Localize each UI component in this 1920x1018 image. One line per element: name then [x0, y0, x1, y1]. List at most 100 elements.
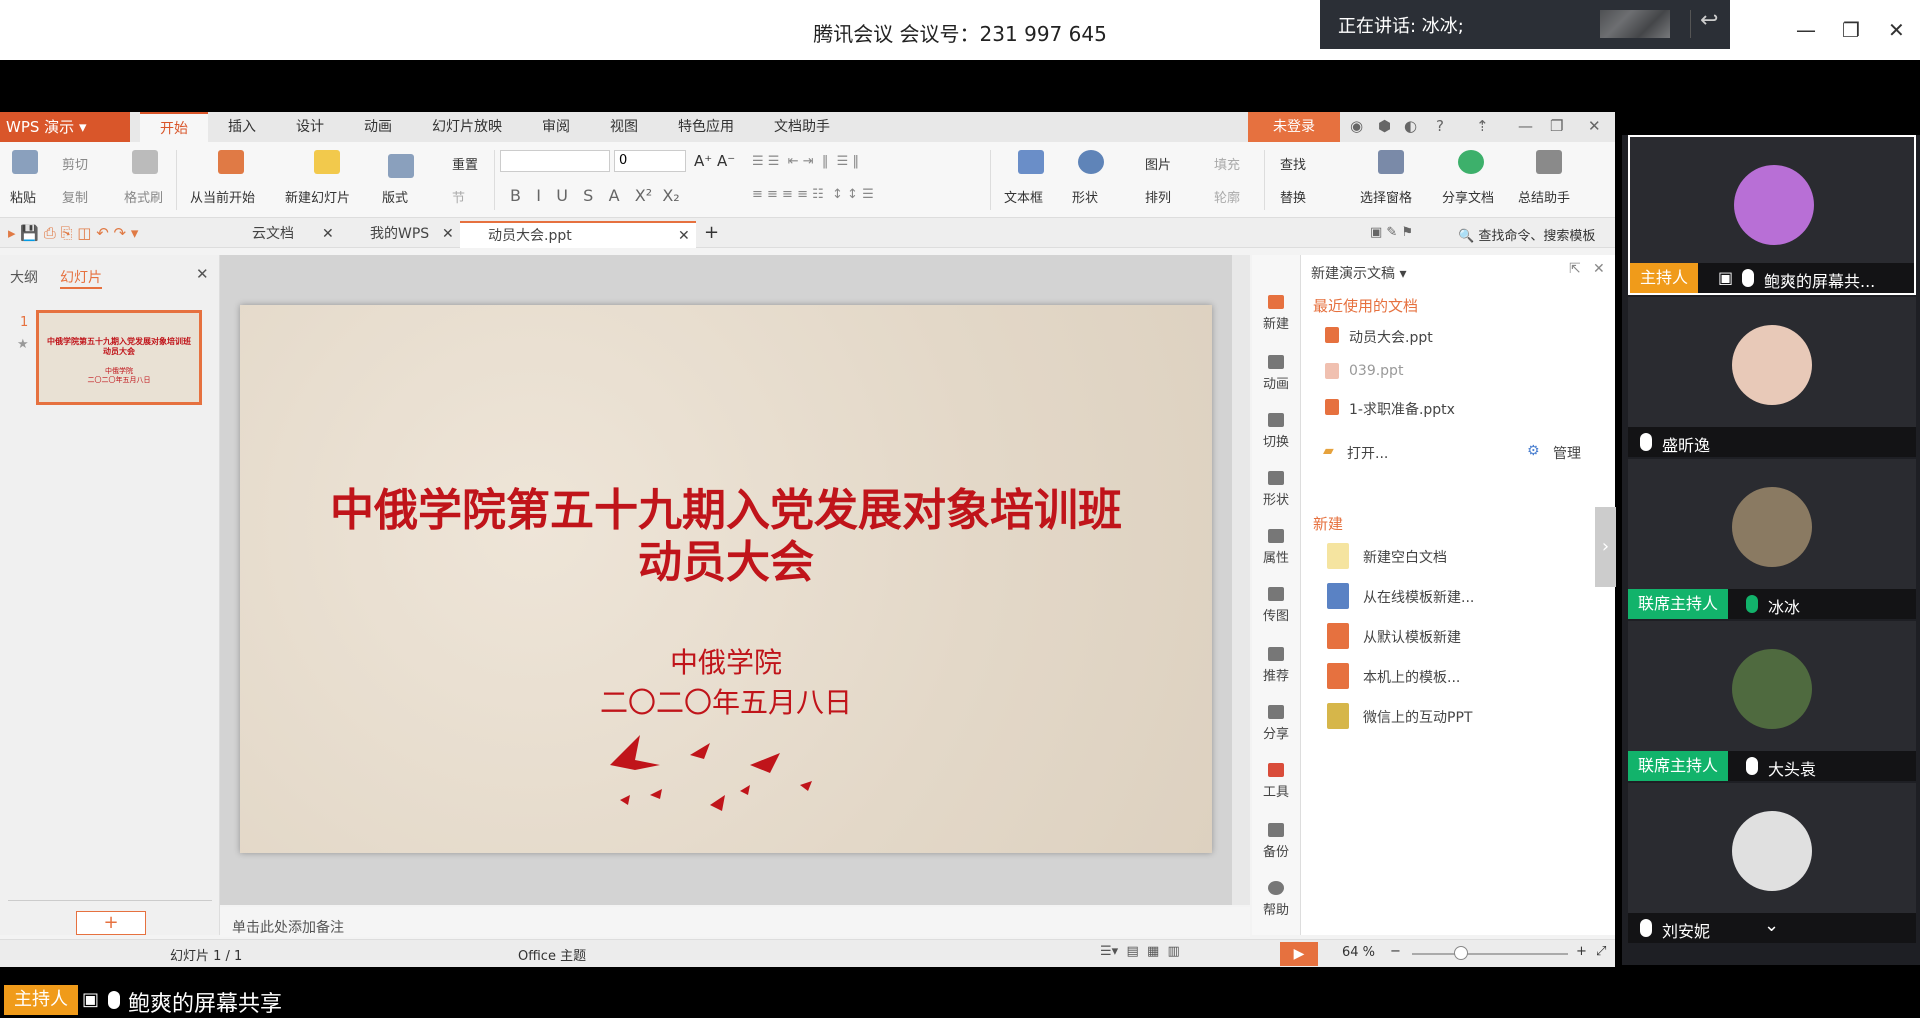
reset-button[interactable]: 重置: [452, 154, 478, 173]
section-button[interactable]: 节: [452, 187, 465, 206]
tab-review[interactable]: 审阅: [522, 112, 590, 142]
textbox-button[interactable]: 文本框: [1004, 187, 1043, 206]
font-style-buttons[interactable]: B I U S A X² X₂: [510, 186, 680, 205]
tab-active-document[interactable]: 动员大会.ppt ✕: [460, 221, 696, 248]
side-new[interactable]: 新建: [1252, 295, 1300, 332]
font-name-combo[interactable]: [500, 150, 610, 172]
participant-card[interactable]: 盛昕逸: [1628, 297, 1916, 457]
quick-access-icons[interactable]: ▸ 💾 ⎙ ⎘ ◫ ↶ ↷ ▾: [8, 224, 138, 242]
new-blank-button[interactable]: 新建空白文档: [1363, 547, 1447, 567]
tab-home[interactable]: 开始: [140, 112, 208, 142]
settings-icon[interactable]: ⬢: [1378, 117, 1391, 135]
feedback-icon[interactable]: ◐: [1404, 117, 1417, 135]
from-current-button[interactable]: 从当前开始: [190, 187, 255, 206]
tab-my-wps[interactable]: 我的WPS ✕: [344, 221, 456, 248]
find-button[interactable]: 查找: [1280, 154, 1306, 173]
fit-window-icon[interactable]: ⤢: [1596, 944, 1606, 959]
search-command-field[interactable]: 🔍 查找命令、搜索模板: [1458, 225, 1595, 244]
side-transition[interactable]: 切换: [1252, 413, 1300, 450]
task-pane-title[interactable]: 新建演示文稿 ▾: [1311, 263, 1406, 283]
restore-icon[interactable]: ❐: [1842, 18, 1860, 42]
participant-card[interactable]: 联席主持人 冰冰: [1628, 459, 1916, 619]
view-buttons[interactable]: ☰▾ ▤ ▦ ▥: [1100, 944, 1180, 959]
slide-thumbnail[interactable]: 中俄学院第五十九期入党发展对象培训班动员大会 中俄学院 二〇二〇年五月八日: [36, 310, 202, 405]
new-slide-button[interactable]: 新建幻灯片: [285, 187, 350, 206]
expand-pane-button[interactable]: ›: [1595, 507, 1616, 587]
help-icon[interactable]: ?: [1436, 117, 1444, 135]
selection-pane-button[interactable]: 选择窗格: [1360, 187, 1412, 206]
tab-insert[interactable]: 插入: [208, 112, 276, 142]
close-tab-icon[interactable]: ✕: [678, 223, 690, 250]
recent-file-2[interactable]: 039.ppt: [1349, 363, 1403, 379]
summary-button[interactable]: 总结助手: [1518, 187, 1570, 206]
close-icon[interactable]: ✕: [1593, 261, 1605, 277]
new-default-template-button[interactable]: 从默认模板新建: [1363, 627, 1461, 647]
format-painter-button[interactable]: 格式刷: [124, 187, 163, 206]
tab-outline[interactable]: 大纲: [10, 267, 38, 287]
recent-file-1[interactable]: 动员大会.ppt: [1349, 327, 1433, 347]
chevron-down-icon[interactable]: ⌄: [1764, 915, 1779, 936]
tab-animation[interactable]: 动画: [344, 112, 412, 142]
current-slide[interactable]: 中俄学院第五十九期入党发展对象培训班 动员大会 中俄学院 二〇二〇年五月八日: [240, 305, 1212, 853]
tab-view[interactable]: 视图: [590, 112, 658, 142]
skin-icon[interactable]: ◉: [1350, 117, 1363, 135]
slide-title[interactable]: 中俄学院第五十九期入党发展对象培训班 动员大会: [240, 485, 1212, 589]
notes-area[interactable]: 单击此处添加备注: [220, 907, 1250, 937]
tab-doc-assistant[interactable]: 文档助手: [754, 112, 850, 142]
new-online-template-button[interactable]: 从在线模板新建...: [1363, 587, 1474, 607]
picture-button[interactable]: 图片: [1145, 154, 1171, 173]
recent-file-3[interactable]: 1-求职准备.pptx: [1349, 399, 1455, 419]
list-buttons[interactable]: ☰ ☰ ⇤ ⇥ ‖ ☰ ‖: [752, 154, 859, 169]
fill-button[interactable]: 填充: [1214, 154, 1240, 173]
close-tab-icon[interactable]: ✕: [442, 221, 454, 248]
cut-button[interactable]: 剪切: [62, 154, 88, 173]
participant-card[interactable]: 主持人 ▣ 鲍爽的屏幕共...: [1628, 135, 1916, 295]
align-buttons[interactable]: ≡ ≡ ≡ ≡ ☷ ↕ ↕ ☰: [752, 187, 874, 202]
local-template-button[interactable]: 本机上的模板...: [1363, 667, 1460, 687]
new-tab-icon[interactable]: +: [704, 222, 719, 243]
participant-card[interactable]: 联席主持人 大头袁: [1628, 621, 1916, 781]
toolbar-extra-icons[interactable]: ▣ ✎ ⚑: [1370, 225, 1413, 240]
return-icon[interactable]: ↩: [1700, 8, 1718, 33]
close-panel-icon[interactable]: ✕: [196, 265, 209, 283]
add-slide-button[interactable]: +: [76, 911, 146, 935]
shape-button[interactable]: 形状: [1072, 187, 1098, 206]
tab-design[interactable]: 设计: [276, 112, 344, 142]
zoom-out-icon[interactable]: −: [1390, 944, 1401, 959]
layout-button[interactable]: 版式: [382, 187, 408, 206]
font-size-combo[interactable]: 0: [614, 150, 686, 172]
side-help[interactable]: 帮助: [1252, 881, 1300, 918]
side-upload-image[interactable]: 传图: [1252, 587, 1300, 624]
copy-button[interactable]: 复制: [62, 187, 88, 206]
zoom-in-icon[interactable]: +: [1576, 944, 1587, 959]
zoom-slider[interactable]: [1412, 953, 1568, 955]
tab-features[interactable]: 特色应用: [658, 112, 754, 142]
manage-button[interactable]: 管理: [1553, 443, 1581, 463]
close-icon[interactable]: ✕: [1588, 117, 1601, 135]
wechat-ppt-button[interactable]: 微信上的互动PPT: [1363, 707, 1472, 727]
arrange-button[interactable]: 排列: [1145, 187, 1171, 206]
share-doc-button[interactable]: 分享文档: [1442, 187, 1494, 206]
side-shape[interactable]: 形状: [1252, 471, 1300, 508]
participant-card[interactable]: 刘安妮 ⌄: [1628, 783, 1916, 943]
close-tab-icon[interactable]: ✕: [322, 221, 334, 248]
tab-slides[interactable]: 幻灯片: [60, 267, 102, 289]
side-backup[interactable]: 备份: [1252, 823, 1300, 860]
minimize-icon[interactable]: —: [1518, 117, 1533, 135]
tab-cloud-doc[interactable]: 云文档 ✕: [226, 221, 336, 248]
login-button[interactable]: 未登录: [1248, 112, 1340, 142]
zoom-slider-handle[interactable]: [1454, 946, 1468, 960]
play-slideshow-button[interactable]: ▶: [1280, 942, 1318, 966]
close-icon[interactable]: ✕: [1888, 18, 1905, 42]
vertical-scrollbar[interactable]: [1232, 255, 1250, 905]
side-share[interactable]: 分享: [1252, 705, 1300, 742]
outline-button[interactable]: 轮廓: [1214, 187, 1240, 206]
wps-app-menu[interactable]: WPS 演示 ▾: [0, 112, 130, 142]
font-grow-icon[interactable]: A⁺ A⁻: [694, 152, 735, 170]
open-button[interactable]: 打开...: [1347, 443, 1388, 463]
side-properties[interactable]: 属性: [1252, 529, 1300, 566]
side-tools[interactable]: 工具: [1252, 763, 1300, 800]
restore-icon[interactable]: ❐: [1550, 117, 1563, 135]
minimize-icon[interactable]: —: [1796, 18, 1816, 42]
replace-button[interactable]: 替换: [1280, 187, 1306, 206]
